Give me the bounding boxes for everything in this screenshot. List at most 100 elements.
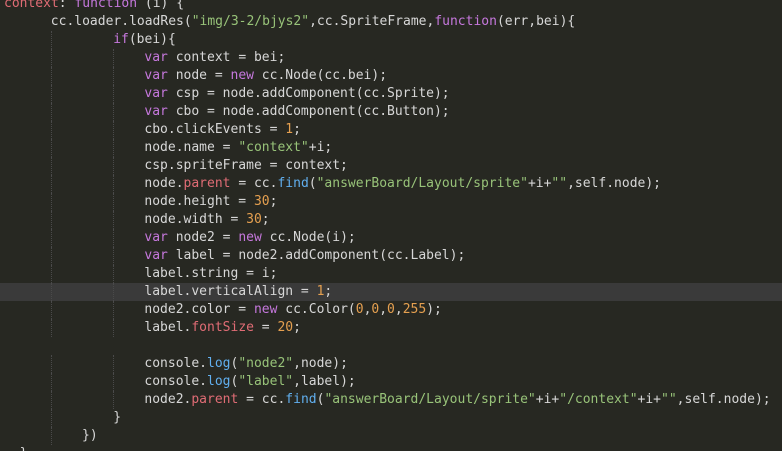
code-text: console.log("node2",node); [0,355,348,373]
code-token: console. [144,356,208,371]
code-line[interactable]: var context = bei; [0,49,782,67]
code-token: log [207,374,231,389]
code-token: fontSize [191,320,254,335]
code-line[interactable] [0,337,782,355]
code-token: ,cc.SpriteFrame, [309,14,435,29]
code-token: (i) { [137,0,185,11]
code-line[interactable]: console.log("node2",node); [0,355,782,373]
code-line[interactable]: } [0,445,782,451]
code-token: node2.color = [144,302,254,317]
code-token: node = [167,68,231,83]
code-line[interactable]: var label = node2.addComponent(cc.Label)… [0,247,782,265]
code-editor[interactable]: context: function (i) {cc.loader.loadRes… [0,0,782,451]
code-token: ,self.node); [676,392,771,407]
code-token: +i; [308,140,333,155]
code-token: 255 [402,302,427,317]
code-token: , [379,302,388,317]
code-token: 20 [277,320,294,335]
code-token: cc.Node(cc.bei); [253,68,388,83]
code-token: } [20,446,28,451]
code-line[interactable]: label.fontSize = 20; [0,319,782,337]
code-token: var [144,86,168,101]
code-text: var cbo = node.addComponent(cc.Button); [0,103,449,121]
code-token: cc.Color( [277,302,356,317]
code-token: ,node); [293,356,348,371]
code-line[interactable]: var node = new cc.Node(cc.bei); [0,67,782,85]
code-line[interactable]: context: function (i) { [0,0,782,13]
code-token: node.height = [144,194,254,209]
code-token: 30 [246,212,262,227]
code-line[interactable]: label.verticalAlign = 1; [0,283,782,301]
code-text: cbo.clickEvents = 1; [0,121,301,139]
code-token: 0 [355,302,364,317]
code-token: new [230,68,254,83]
code-line[interactable]: node.height = 30; [0,193,782,211]
code-token: parent [183,176,231,191]
code-token: "label" [238,374,294,389]
code-token: find [285,392,317,407]
code-text: node2.parent = cc.find("answerBoard/Layo… [0,391,771,409]
code-token: 30 [253,194,270,209]
code-line[interactable]: node2.color = new cc.Color(0,0,0,255); [0,301,782,319]
code-text: var csp = node.addComponent(cc.Sprite); [0,85,450,103]
code-token: ; [261,212,270,227]
code-line[interactable]: node.parent = cc.find("answerBoard/Layou… [0,175,782,193]
code-token: cbo.clickEvents = [144,122,286,137]
code-line[interactable]: node.width = 30; [0,211,782,229]
code-token: ( [308,176,317,191]
code-token: "" [661,392,677,407]
code-text: var context = bei; [0,49,285,67]
code-text: node.width = 30; [0,211,270,229]
code-token: csp = node.addComponent(cc.Sprite); [167,86,450,101]
code-text: if(bei){ [0,31,176,49]
code-token: +i+ [527,176,552,191]
code-token: find [277,176,309,191]
code-text: context: function (i) { [0,0,184,13]
code-line[interactable]: if(bei){ [0,31,782,49]
code-text: label.verticalAlign = 1; [0,283,332,301]
code-token: = cc. [230,176,278,191]
code-token: "answerBoard/Layout/sprite" [324,392,536,407]
code-token: log [207,356,231,371]
code-token: node.name = [144,140,239,155]
code-line[interactable]: var node2 = new cc.Node(i); [0,229,782,247]
code-line[interactable]: }) [0,427,782,445]
code-token: node2 = [167,230,239,245]
code-token: node. [144,176,184,191]
code-token: var [144,50,168,65]
code-token: (err,bei){ [496,14,576,29]
code-token: +i+ [637,392,662,407]
code-line[interactable]: cbo.clickEvents = 1; [0,121,782,139]
code-token: ; [324,284,333,299]
code-text: } [0,445,28,451]
code-token: context = bei; [167,50,286,65]
code-token: ; [269,194,278,209]
code-line[interactable]: node2.parent = cc.find("answerBoard/Layo… [0,391,782,409]
code-token: ,self.node); [567,176,661,191]
code-token: "img/3-2/bjys2" [191,14,310,29]
code-token: "" [551,176,568,191]
code-token: function [74,0,138,11]
code-text: }) [0,427,98,445]
code-line[interactable]: } [0,409,782,427]
code-token: csp.spriteFrame = context; [144,158,348,173]
code-line[interactable]: node.name = "context"+i; [0,139,782,157]
code-token: node2. [144,392,192,407]
code-token: new [253,302,278,317]
code-line[interactable]: var csp = node.addComponent(cc.Sprite); [0,85,782,103]
code-token: label. [144,320,192,335]
code-token: node.width = [144,212,247,227]
code-text: console.log("label",label); [0,373,356,391]
code-line[interactable]: console.log("label",label); [0,373,782,391]
code-token: }) [82,428,98,443]
code-token: cc.loader.loadRes( [50,14,192,29]
code-line[interactable]: cc.loader.loadRes("img/3-2/bjys2",cc.Spr… [0,13,782,31]
code-token: ,label); [293,374,356,389]
code-line[interactable]: label.string = i; [0,265,782,283]
code-text: } [0,409,121,427]
code-line[interactable]: var cbo = node.addComponent(cc.Button); [0,103,782,121]
code-text: node.height = 30; [0,193,277,211]
code-token: (bei){ [128,32,176,47]
code-token: new [238,230,262,245]
code-line[interactable]: csp.spriteFrame = context; [0,157,782,175]
